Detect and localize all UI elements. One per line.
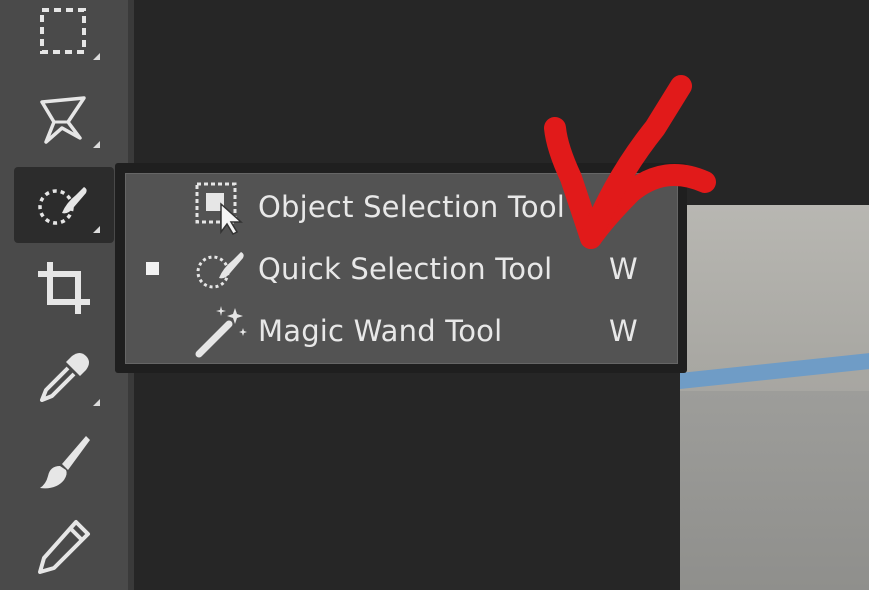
pencil-tool-button[interactable] xyxy=(14,508,114,584)
quick-selection-tool-button[interactable] xyxy=(14,167,114,243)
red-checkmark-icon xyxy=(544,75,716,249)
lasso-tool-button[interactable] xyxy=(14,82,114,158)
lasso-icon xyxy=(40,96,86,144)
canvas-blue-stripe xyxy=(680,353,869,389)
document-canvas[interactable] xyxy=(680,205,869,590)
magic-wand-icon xyxy=(195,306,247,358)
crop-icon xyxy=(38,262,90,314)
brush-tool-button[interactable] xyxy=(14,424,114,500)
canvas-floor-region xyxy=(680,391,869,590)
subtools-indicator xyxy=(93,141,100,148)
subtools-indicator xyxy=(93,399,100,406)
flyout-item-magic-wand[interactable]: Magic Wand Tool W xyxy=(126,300,679,362)
selected-bullet-icon xyxy=(146,262,159,275)
pencil-icon xyxy=(38,520,90,574)
quick-selection-icon xyxy=(38,187,87,225)
subtools-indicator xyxy=(93,53,100,60)
crop-tool-button[interactable] xyxy=(14,250,114,326)
eyedropper-icon xyxy=(40,353,89,402)
brush-icon xyxy=(40,436,90,489)
quick-selection-icon xyxy=(196,252,244,289)
object-selection-icon xyxy=(195,182,243,235)
eyedropper-tool-button[interactable] xyxy=(14,340,114,416)
selection-bullet-slot xyxy=(126,176,182,238)
dashed-rect-icon xyxy=(40,8,86,54)
tools-panel xyxy=(0,0,128,590)
flyout-item-label: Magic Wand Tool xyxy=(258,314,503,348)
subtools-indicator xyxy=(93,226,100,233)
photoshop-workspace: Object Selection Tool Quick Selection To… xyxy=(0,0,869,590)
flyout-item-shortcut: W xyxy=(609,314,638,348)
rectangular-marquee-tool-button[interactable] xyxy=(14,0,114,70)
selection-bullet-slot xyxy=(126,300,182,362)
